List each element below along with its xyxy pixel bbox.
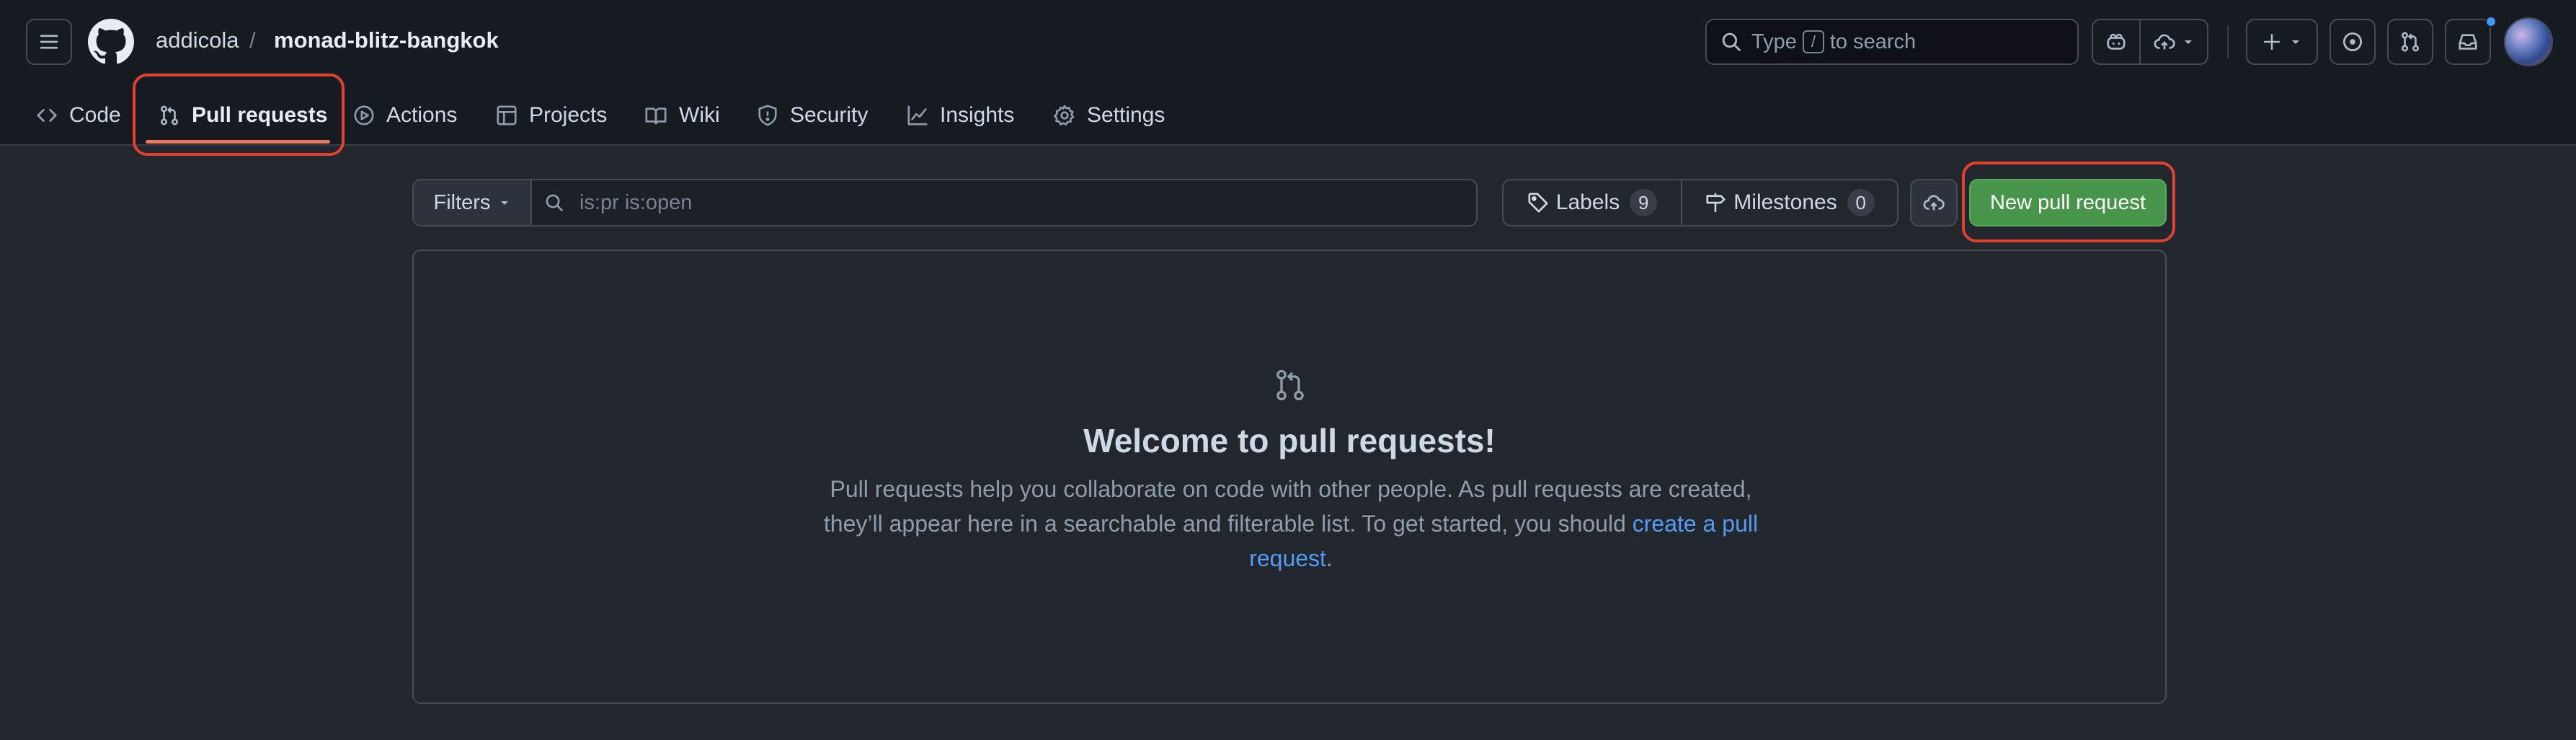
milestones-button[interactable]: Milestones 0 [1681,180,1897,225]
inbox-icon [2457,31,2479,53]
chevron-down-icon [2182,36,2194,48]
hamburger-menu-button[interactable] [26,19,72,65]
github-logo-icon[interactable] [88,19,134,65]
milestones-count: 0 [1847,189,1875,216]
graph-icon [907,105,928,126]
shield-icon [757,105,778,126]
tab-projects[interactable]: Projects [496,85,607,146]
empty-state-title: Welcome to pull requests! [1083,422,1496,459]
tag-icon [1527,192,1549,213]
pull-requests-button[interactable] [2387,19,2433,65]
gear-icon [1054,105,1075,126]
empty-state-description: Pull requests help you collaborate on co… [803,472,1779,576]
tab-security[interactable]: Security [757,85,868,146]
pull-request-icon [2399,31,2421,53]
tab-label: Insights [940,103,1015,127]
filters-dropdown-button[interactable]: Filters [414,180,532,225]
tab-wiki[interactable]: Wiki [644,85,720,146]
tab-insights[interactable]: Insights [907,85,1014,146]
breadcrumb-separator: / [249,27,256,53]
filter-query-text: is:pr is:open [579,190,693,214]
tab-label: Code [69,103,121,127]
code-icon [36,105,58,126]
tab-label: Actions [386,103,458,127]
milestones-label: Milestones [1733,190,1837,214]
empty-state-period: . [1325,545,1333,571]
search-placeholder-prefix: Type [1751,30,1797,53]
tab-label: Wiki [679,103,720,127]
search-placeholder-suffix: to search [1829,30,1917,53]
table-icon [496,105,518,126]
chevron-down-icon [2290,36,2301,48]
copilot-split-button [2092,19,2208,65]
cloud-upload-icon [2154,31,2175,53]
user-avatar[interactable] [2504,17,2553,66]
tab-actions[interactable]: Actions [353,85,457,146]
tab-label: Settings [1087,103,1165,127]
filter-bar: Filters is:pr is:open [412,179,1478,226]
copilot-button[interactable] [2093,20,2139,63]
empty-state-text: Pull requests help you collaborate on co… [823,476,1752,537]
tab-label: Security [790,103,869,127]
labels-button[interactable]: Labels 9 [1504,180,1681,225]
milestone-icon [1705,192,1726,213]
tab-settings[interactable]: Settings [1054,85,1165,146]
labels-milestones-group: Labels 9 Milestones 0 [1502,179,1898,226]
pull-request-icon [1273,368,1307,402]
pull-request-filter-input[interactable]: is:pr is:open [532,180,1476,225]
play-icon [353,105,375,126]
app-header: addicola / monad-blitz-bangkok Type / to… [0,0,2576,146]
notification-indicator [2485,16,2497,27]
breadcrumb-owner-link[interactable]: addicola [156,25,239,56]
filters-label: Filters [433,190,491,214]
breadcrumb-repo-link[interactable]: monad-blitz-bangkok [274,25,499,56]
search-icon [545,193,564,212]
chevron-down-icon [499,197,510,208]
labels-label: Labels [1555,190,1620,214]
global-search-input[interactable]: Type / to search [1705,19,2079,65]
highlight-new-pull-request [1962,162,2175,242]
tab-code[interactable]: Code [36,85,121,146]
empty-state-panel: Welcome to pull requests! Pull requests … [412,250,2167,704]
issues-button[interactable] [2329,19,2376,65]
inbox-button[interactable] [2445,19,2491,65]
plus-icon [2262,32,2281,51]
cloud-upload-button[interactable] [1910,179,1958,226]
hamburger-menu-icon [39,32,59,52]
issue-circle-icon [2342,31,2363,53]
labels-count: 9 [1630,189,1658,216]
create-new-button[interactable] [2246,19,2318,65]
book-icon [644,105,667,126]
cloud-upload-dropdown-button[interactable] [2139,20,2207,63]
header-divider [2227,26,2229,58]
search-shortcut-key: / [1802,30,1824,53]
search-icon [1721,32,1741,52]
cloud-upload-icon [1923,192,1945,213]
copilot-icon [2105,31,2127,53]
tab-label: Projects [529,103,608,127]
highlight-pull-requests-tab [133,74,345,156]
